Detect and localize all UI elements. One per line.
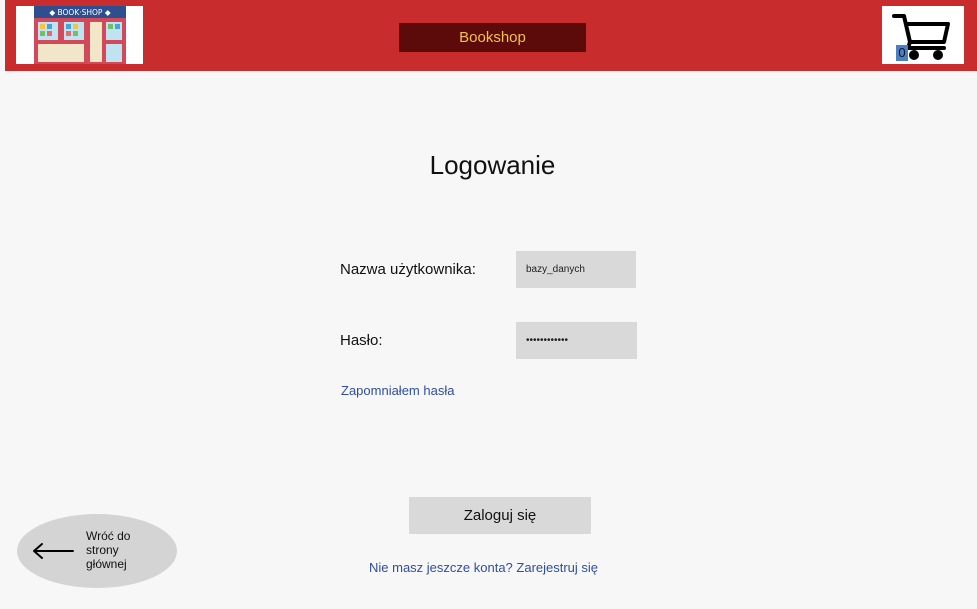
back-label-line-3: głównej [86, 557, 127, 571]
brand-button[interactable]: Bookshop [399, 23, 586, 52]
back-label-line-2: strony [86, 543, 119, 557]
forgot-password-link[interactable]: Zapomniałem hasła [341, 383, 454, 398]
cart-button[interactable]: 0 [882, 6, 964, 64]
username-value: bazy_danych [526, 264, 585, 275]
back-button-label: Wróć do strony głównej [86, 529, 166, 571]
login-button-label: Zaloguj się [463, 507, 537, 524]
username-input[interactable]: bazy_danych [516, 251, 636, 288]
brand-label: Bookshop [459, 29, 526, 46]
password-value: •••••••••••• [526, 335, 569, 346]
back-to-home-button[interactable]: Wróć do strony głównej [17, 514, 177, 588]
login-button[interactable]: Zaloguj się [409, 497, 591, 534]
page-title: Logowanie [429, 150, 556, 180]
arrow-left-icon [33, 543, 74, 559]
register-link[interactable]: Nie masz jeszcze konta? Zarejestruj się [369, 560, 598, 575]
cart-count-badge: 0 [896, 45, 908, 61]
password-label: Hasło: [340, 332, 383, 349]
back-label-line-1: Wróć do [86, 529, 131, 543]
bookshop-logo-icon: ◆ BOOK·SHOP ◆ [16, 6, 143, 64]
username-label: Nazwa użytkownika: [340, 261, 476, 278]
logo-text: ◆ BOOK·SHOP ◆ [49, 8, 110, 17]
bookshop-logo[interactable]: ◆ BOOK·SHOP ◆ [16, 6, 143, 64]
password-input[interactable]: •••••••••••• [516, 322, 637, 359]
